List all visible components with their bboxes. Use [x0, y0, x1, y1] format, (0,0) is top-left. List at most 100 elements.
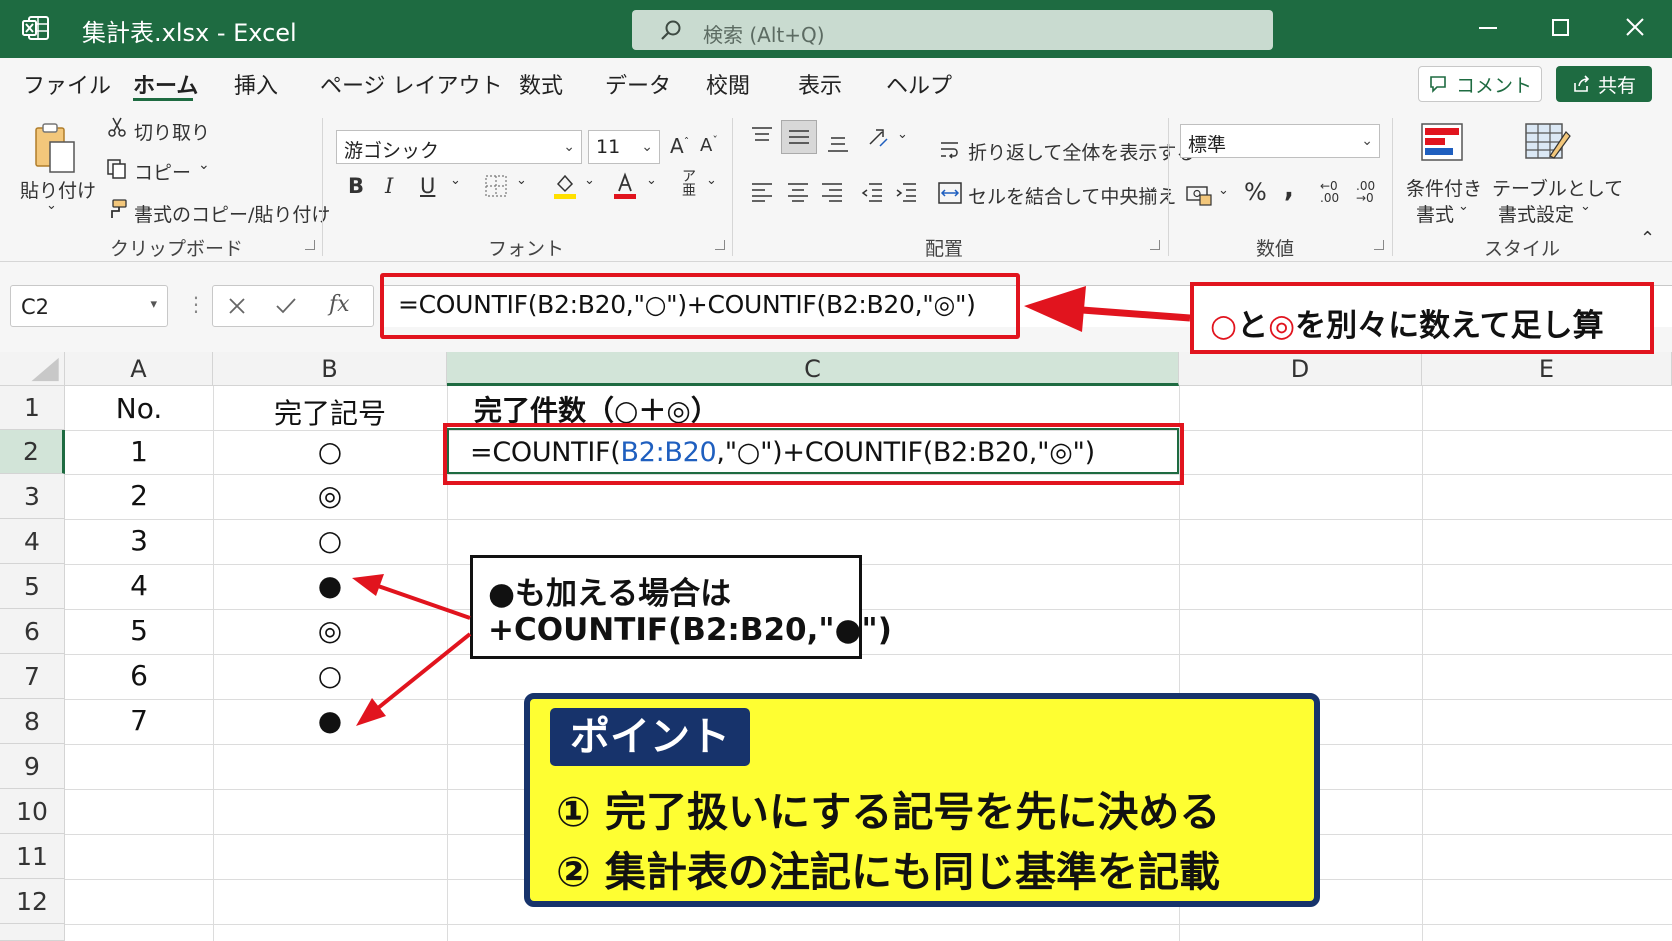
tab-help[interactable]: ヘルプ	[886, 68, 952, 100]
column-header-a[interactable]: A	[65, 352, 213, 386]
conditional-formatting-label-2[interactable]: 書式	[1416, 200, 1454, 227]
align-bottom-icon[interactable]	[826, 134, 850, 154]
wrap-text-label[interactable]: 折り返して全体を表示する	[968, 138, 1195, 165]
paste-dropdown-icon[interactable]: ⌄	[46, 198, 57, 213]
chevron-down-icon[interactable]: ⌄	[706, 173, 717, 188]
paste-label[interactable]: 貼り付け	[20, 176, 96, 203]
format-as-table-icon[interactable]	[1524, 122, 1572, 162]
tab-view[interactable]: 表示	[798, 68, 842, 100]
row-header-13[interactable]	[0, 924, 65, 941]
tab-formulas[interactable]: 数式	[519, 68, 563, 100]
tab-review[interactable]: 校閲	[706, 68, 750, 100]
cell-b2[interactable]: ○	[213, 435, 447, 468]
select-all-corner[interactable]	[0, 352, 65, 386]
column-header-b[interactable]: B	[213, 352, 447, 386]
chevron-down-icon[interactable]: ⌄	[516, 173, 527, 188]
column-header-c[interactable]: C	[447, 352, 1179, 386]
cancel-icon[interactable]	[227, 296, 247, 316]
conditional-formatting-icon[interactable]	[1420, 122, 1464, 162]
tab-data[interactable]: データ	[605, 68, 671, 100]
format-as-table-label-2[interactable]: 書式設定	[1498, 200, 1574, 227]
cell-b4[interactable]: ○	[213, 524, 447, 557]
chevron-down-icon[interactable]: ⌄	[1218, 183, 1229, 198]
row-header-6[interactable]: 6	[0, 609, 65, 654]
align-top-icon[interactable]	[750, 126, 774, 146]
format-painter-label[interactable]: 書式のコピー/貼り付け	[134, 200, 330, 227]
row-header-5[interactable]: 5	[0, 564, 65, 609]
copy-label[interactable]: コピー	[134, 158, 191, 185]
font-color-icon[interactable]	[612, 172, 638, 200]
align-right-icon[interactable]	[820, 182, 844, 202]
font-size-dropdown[interactable]: 11 ⌄	[588, 130, 660, 164]
merge-center-icon[interactable]	[938, 182, 962, 204]
clipboard-launcher-icon[interactable]	[305, 240, 315, 250]
close-icon[interactable]	[1615, 12, 1655, 44]
chevron-down-icon[interactable]: ⌄	[897, 127, 908, 142]
increase-decimal-icon[interactable]: ←0.00	[1320, 180, 1339, 204]
italic-button[interactable]: I	[385, 174, 393, 198]
cell-a4[interactable]: 3	[65, 524, 213, 557]
minimize-icon[interactable]	[1468, 12, 1508, 44]
chevron-down-icon[interactable]: ⌄	[1458, 199, 1469, 214]
number-format-dropdown[interactable]: 標準 ⌄	[1180, 124, 1380, 158]
borders-icon[interactable]	[484, 174, 508, 198]
orientation-icon[interactable]	[866, 126, 890, 150]
share-button[interactable]: 共有	[1556, 66, 1652, 102]
row-header-2[interactable]: 2	[0, 430, 65, 474]
chevron-down-icon[interactable]: ⌄	[584, 173, 595, 188]
comment-button[interactable]: コメント	[1418, 66, 1542, 102]
row-header-11[interactable]: 11	[0, 834, 65, 879]
alignment-launcher-icon[interactable]	[1150, 240, 1160, 250]
percent-button[interactable]: %	[1244, 178, 1267, 206]
cell-a8[interactable]: 7	[65, 704, 213, 737]
chevron-down-icon[interactable]: ⌄	[1148, 181, 1159, 196]
chevron-down-icon[interactable]: ⌄	[646, 173, 657, 188]
row-header-7[interactable]: 7	[0, 654, 65, 699]
row-header-3[interactable]: 3	[0, 474, 65, 519]
paste-icon[interactable]	[30, 120, 78, 176]
cut-icon[interactable]	[106, 116, 128, 138]
phonetic-icon[interactable]: ア亜	[682, 170, 696, 198]
cell-b6[interactable]: ◎	[213, 614, 447, 647]
increase-font-icon[interactable]: Aˆ	[670, 134, 689, 158]
chevron-down-icon[interactable]: ⌄	[1580, 199, 1591, 214]
column-header-d[interactable]: D	[1179, 352, 1422, 386]
cell-a3[interactable]: 2	[65, 479, 213, 512]
row-header-4[interactable]: 4	[0, 519, 65, 564]
fill-color-icon[interactable]	[552, 172, 578, 200]
cell-a2[interactable]: 1	[65, 435, 213, 468]
format-painter-icon[interactable]	[106, 198, 128, 220]
cell-a7[interactable]: 6	[65, 659, 213, 692]
row-header-9[interactable]: 9	[0, 744, 65, 789]
formula-bar-grip-icon[interactable]: ⋮	[186, 292, 206, 316]
enter-check-icon[interactable]	[275, 296, 297, 316]
tab-home[interactable]: ホーム	[133, 68, 198, 100]
align-center-icon[interactable]	[786, 182, 810, 202]
maximize-icon[interactable]	[1540, 12, 1580, 44]
copy-dropdown-icon[interactable]: ⌄	[198, 157, 210, 173]
cell-a5[interactable]: 4	[65, 569, 213, 602]
format-as-table-label-1[interactable]: テーブルとして	[1492, 174, 1623, 201]
underline-button[interactable]: U	[420, 174, 435, 198]
cell-b7[interactable]: ○	[213, 659, 447, 692]
align-middle-button[interactable]	[781, 120, 817, 154]
decrease-decimal-icon[interactable]: .00 →0	[1356, 180, 1375, 204]
cell-a1[interactable]: No.	[65, 392, 213, 425]
row-header-10[interactable]: 10	[0, 789, 65, 834]
comma-button[interactable]: ,	[1284, 174, 1294, 204]
currency-format-icon[interactable]	[1186, 184, 1212, 206]
conditional-formatting-label-1[interactable]: 条件付き	[1406, 174, 1482, 201]
decrease-indent-icon[interactable]	[860, 182, 884, 202]
cell-b1[interactable]: 完了記号	[213, 392, 447, 432]
collapse-ribbon-icon[interactable]: ⌃	[1640, 228, 1655, 249]
cut-label[interactable]: 切り取り	[134, 118, 210, 145]
row-header-12[interactable]: 12	[0, 879, 65, 924]
tab-insert[interactable]: 挿入	[234, 68, 278, 100]
insert-function-button[interactable]: fx	[329, 292, 350, 317]
tab-page-layout[interactable]: ページ レイアウト	[320, 68, 503, 100]
row-header-8[interactable]: 8	[0, 699, 65, 744]
cell-b3[interactable]: ◎	[213, 479, 447, 512]
number-launcher-icon[interactable]	[1374, 240, 1384, 250]
bold-button[interactable]: B	[348, 174, 364, 198]
cell-a6[interactable]: 5	[65, 614, 213, 647]
